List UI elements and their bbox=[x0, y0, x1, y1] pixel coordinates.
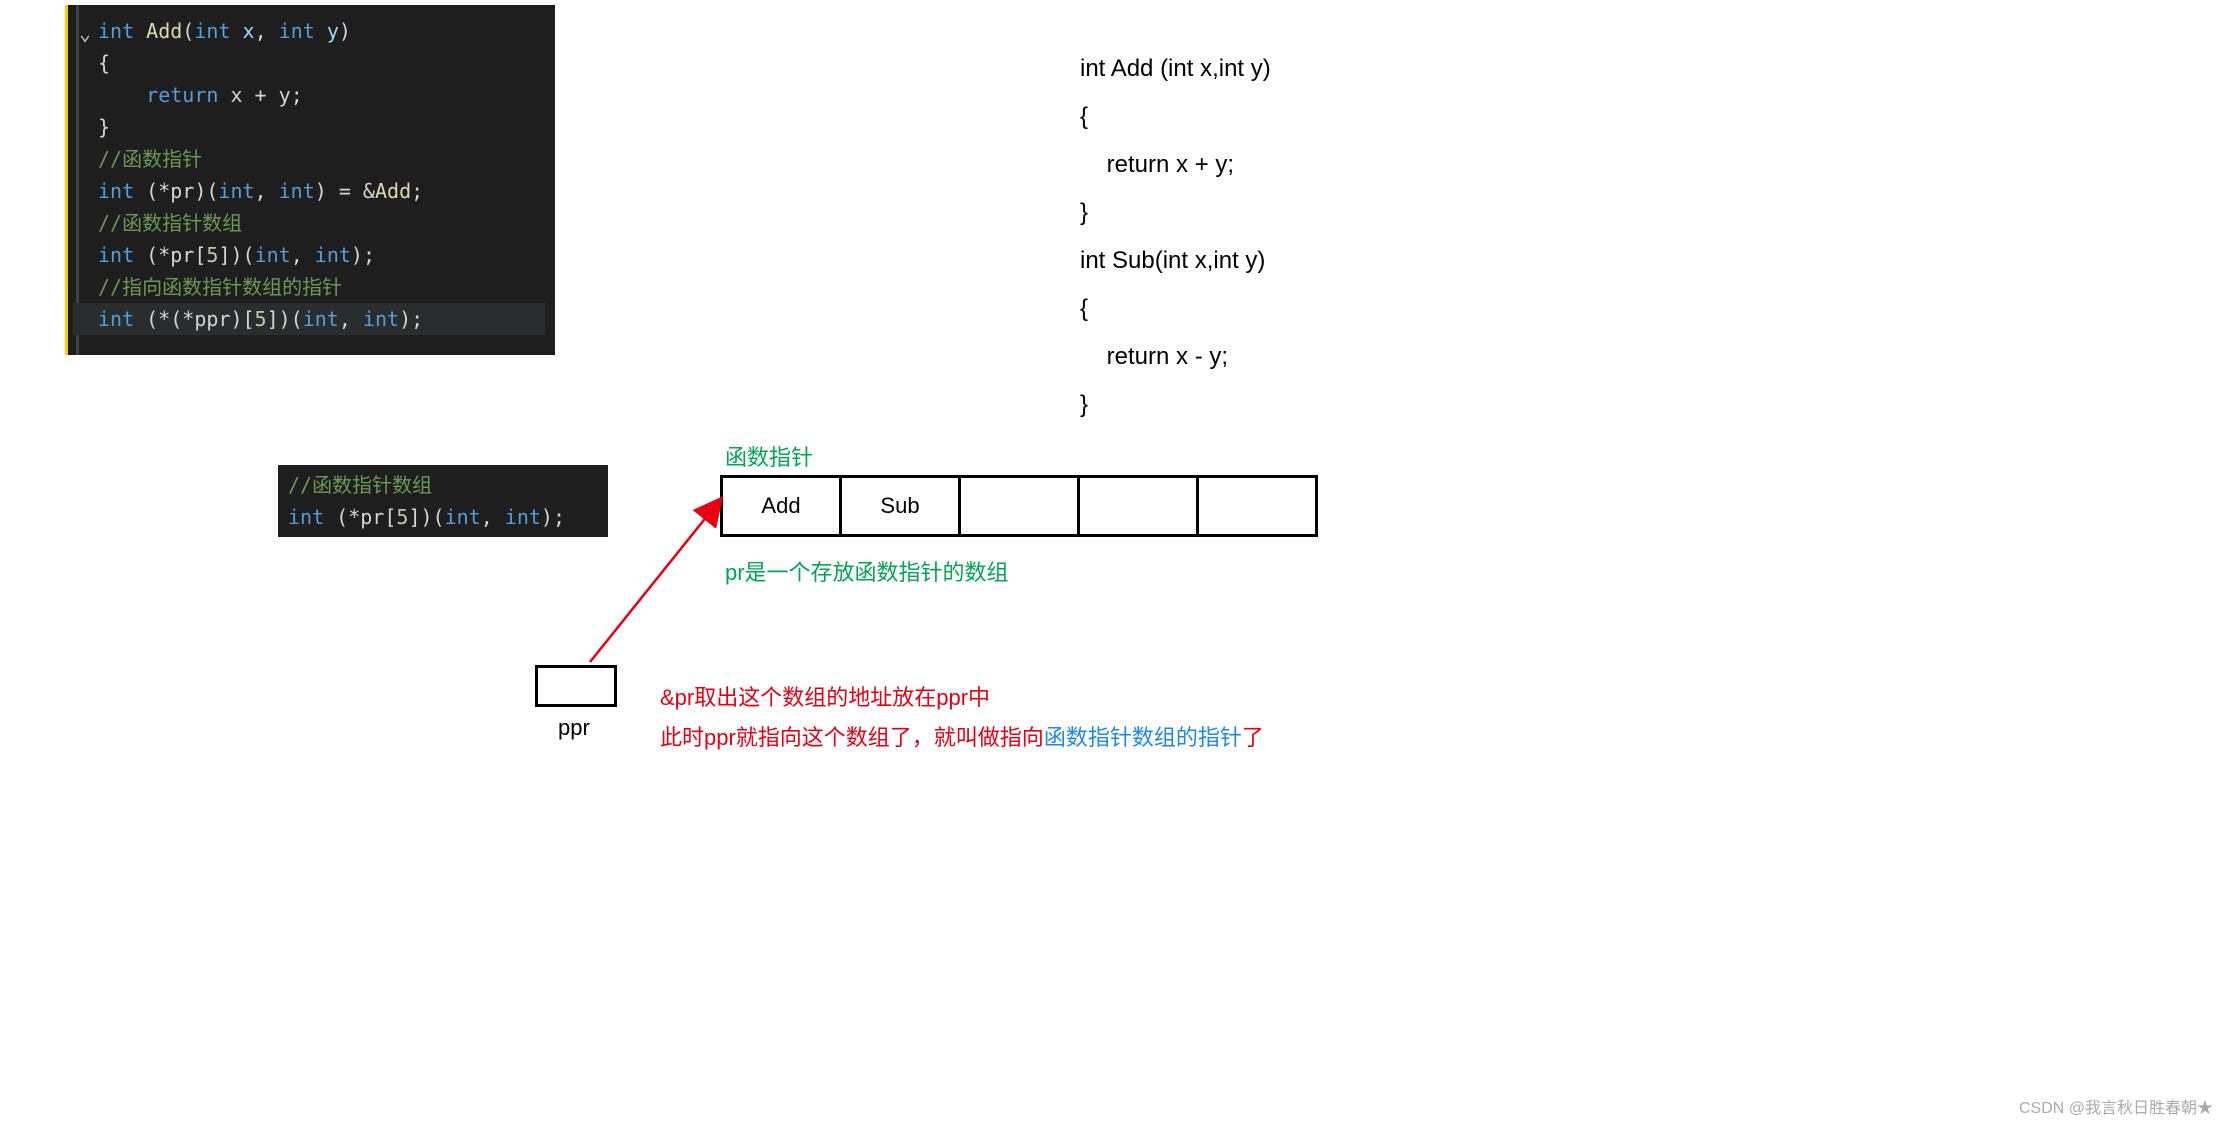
red-text-1: &pr取出这个数组的地址放在ppr中 bbox=[660, 678, 990, 718]
red-text-2c: 了 bbox=[1242, 725, 1264, 750]
red-text-2a: 此时ppr就指向这个数组了，就叫做指向 bbox=[660, 725, 1044, 750]
watermark: CSDN @我言秋日胜春朝★ bbox=[2019, 1094, 2213, 1118]
blue-link-text: 函数指针数组的指针 bbox=[1044, 725, 1242, 750]
arrow-ppr-to-array bbox=[0, 0, 2233, 1126]
red-text-2: 此时ppr就指向这个数组了，就叫做指向函数指针数组的指针了 bbox=[660, 718, 1264, 758]
